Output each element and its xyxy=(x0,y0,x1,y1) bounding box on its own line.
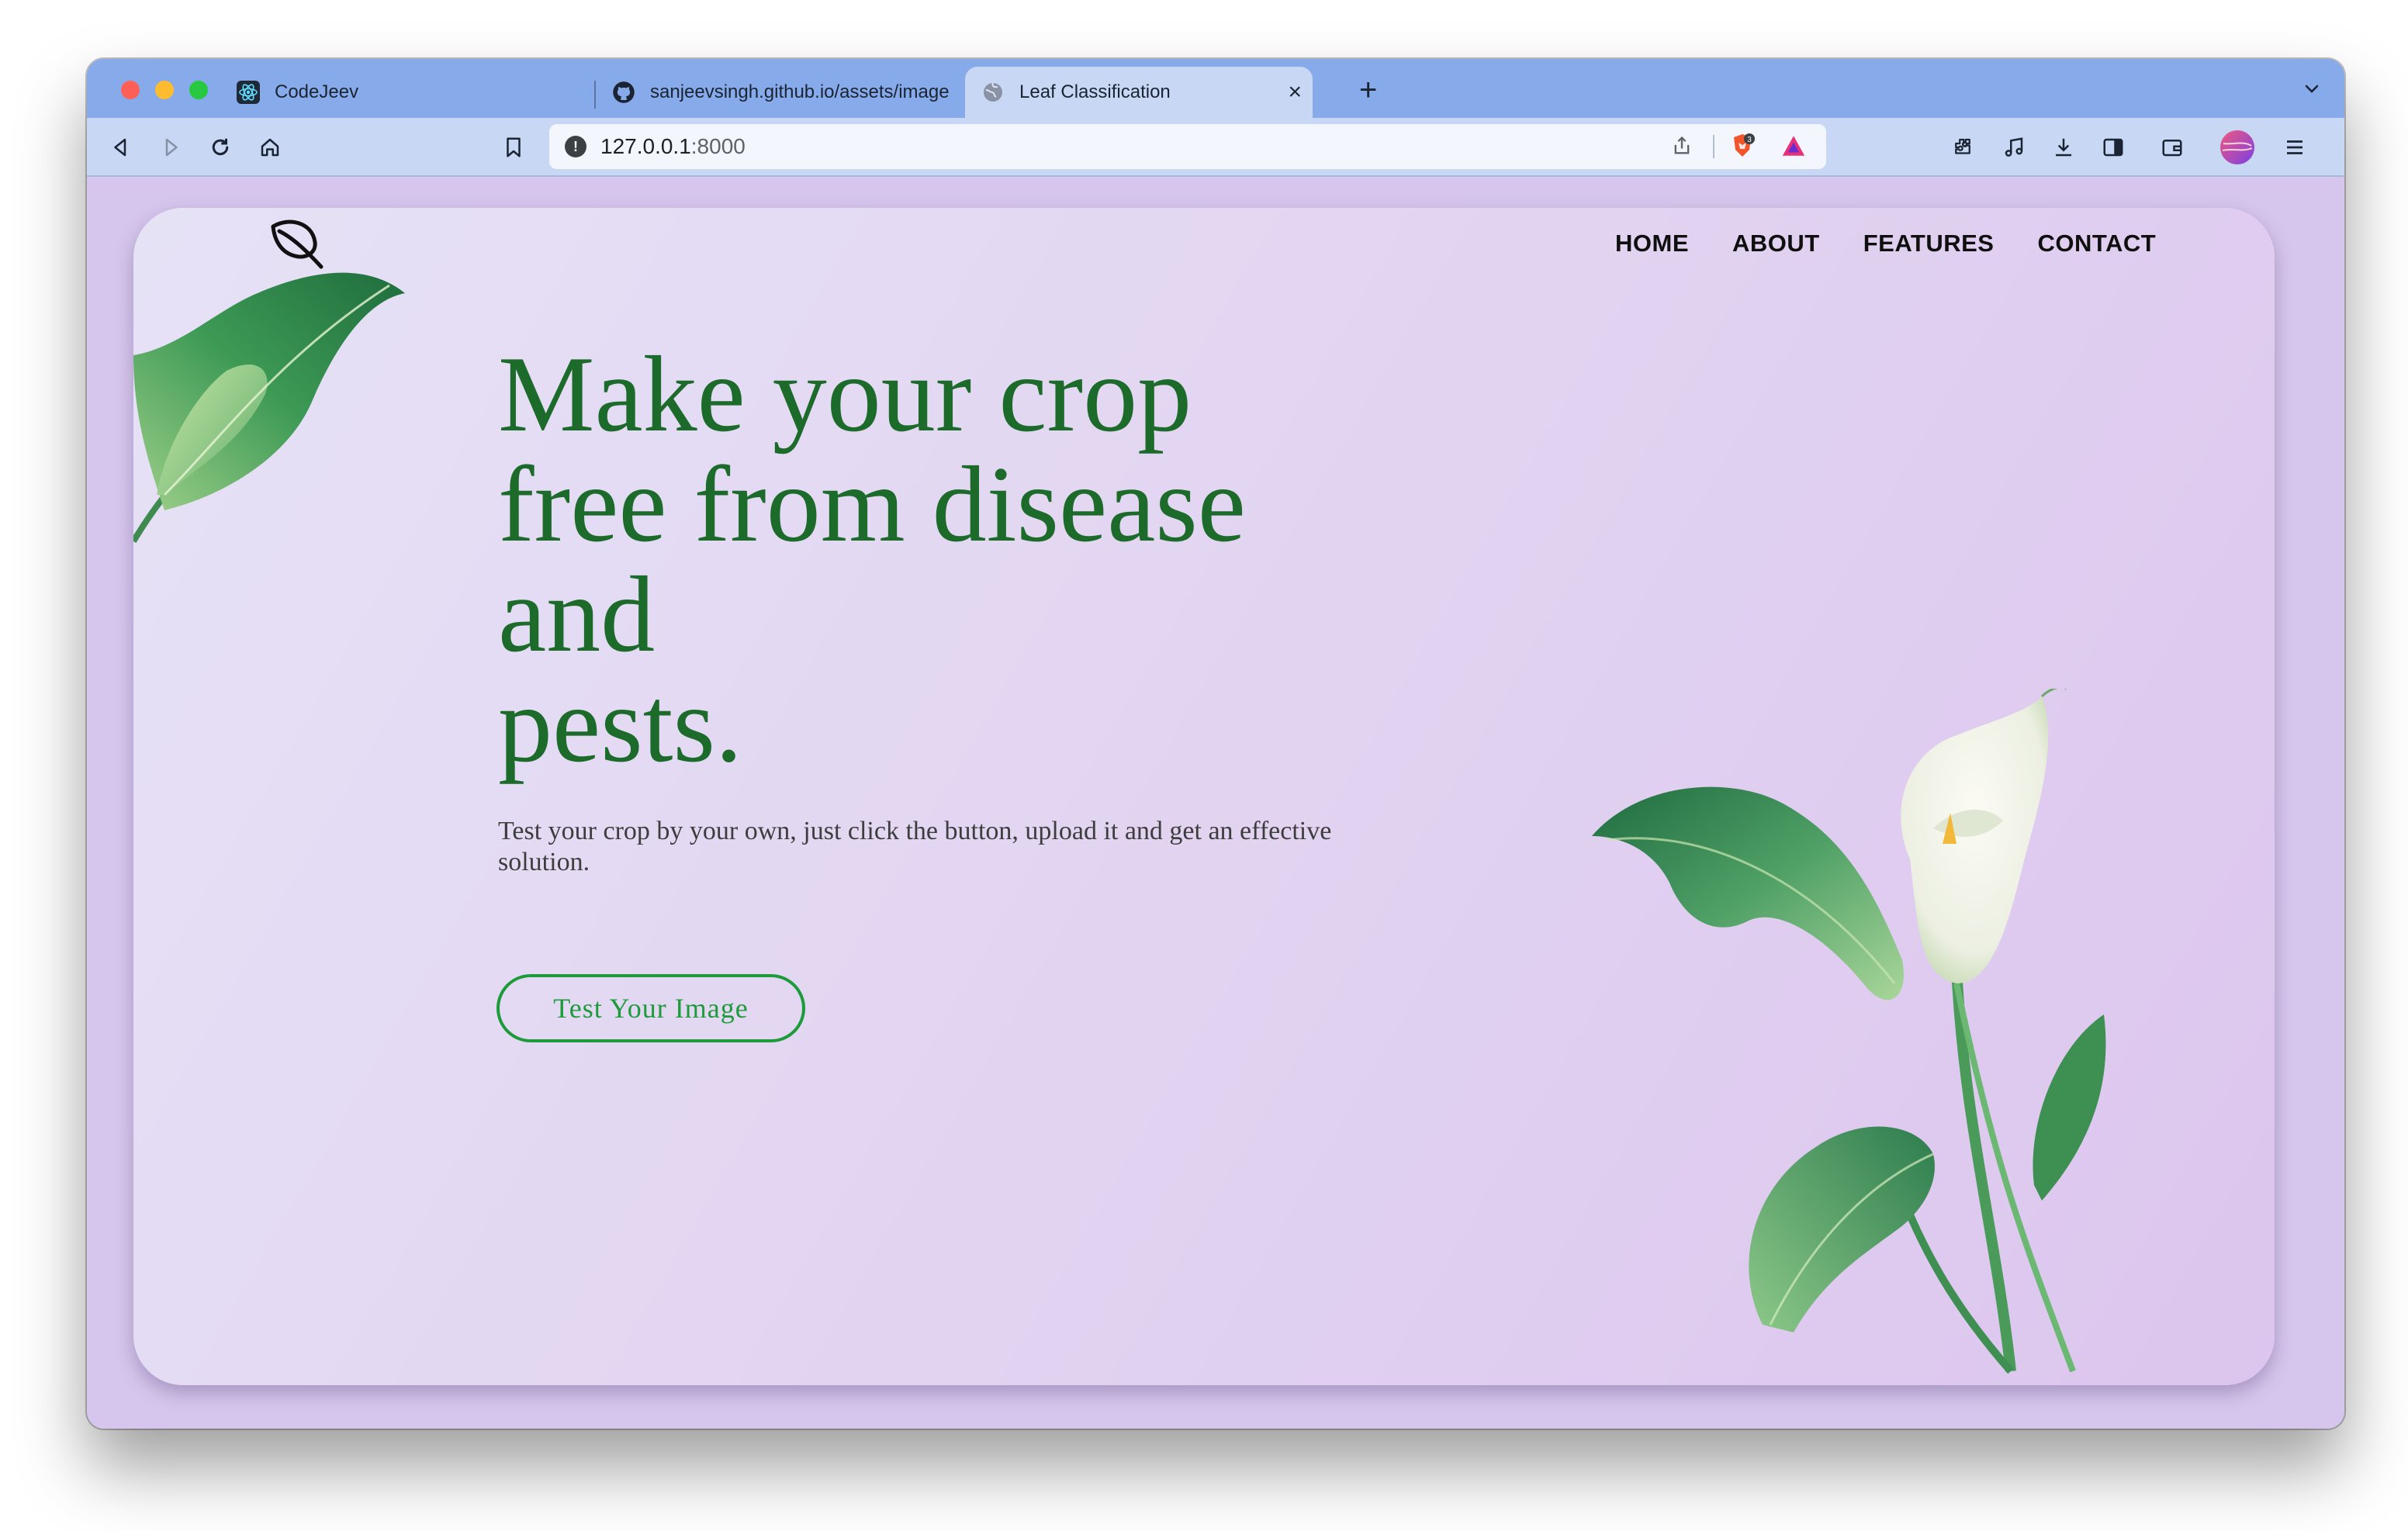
tab-leaf-classification[interactable]: Leaf Classification × xyxy=(965,67,1313,118)
home-icon[interactable] xyxy=(256,133,284,161)
minimize-window-button[interactable] xyxy=(155,81,174,99)
hero-card: HOME ABOUT FEATURES CONTACT Make your cr… xyxy=(133,208,2275,1385)
bookmark-icon[interactable] xyxy=(500,133,528,161)
github-icon xyxy=(611,80,636,105)
media-icon[interactable] xyxy=(2000,133,2028,161)
downloads-icon[interactable] xyxy=(2050,133,2078,161)
leaf-logo-icon[interactable] xyxy=(267,214,326,273)
share-icon[interactable] xyxy=(1668,132,1696,160)
menu-icon[interactable] xyxy=(2281,133,2309,161)
chevron-down-icon[interactable] xyxy=(2302,79,2321,102)
globe-icon xyxy=(981,80,1005,105)
browser-toolbar: ! 127.0.0.1:8000 3 xyxy=(87,118,2344,177)
tab-strip: CodeJeev sanjeevsingh.github.io/assets/i… xyxy=(87,59,2344,118)
site-info-icon[interactable]: ! xyxy=(565,136,586,157)
nav-contact[interactable]: CONTACT xyxy=(2037,230,2156,257)
page-viewport: HOME ABOUT FEATURES CONTACT Make your cr… xyxy=(87,177,2344,1429)
react-icon xyxy=(236,80,261,105)
forward-icon[interactable] xyxy=(157,133,185,161)
tab-label: CodeJeev xyxy=(275,81,359,102)
reload-icon[interactable] xyxy=(206,133,234,161)
tab-codejeev[interactable]: CodeJeev xyxy=(236,67,670,118)
divider xyxy=(1713,135,1714,158)
profile-avatar-icon[interactable] xyxy=(2219,129,2256,166)
hero-subtext: Test your crop by your own, just click t… xyxy=(498,817,1332,876)
address-bar[interactable]: ! 127.0.0.1:8000 3 xyxy=(549,124,1826,169)
address-url: 127.0.0.1:8000 xyxy=(600,134,746,158)
nav-home[interactable]: HOME xyxy=(1615,230,1689,257)
new-tab-icon[interactable]: + xyxy=(1359,74,1377,105)
tab-label: sanjeevsingh.github.io/assets/image xyxy=(650,81,950,102)
calla-lily-illustration-icon xyxy=(1592,689,2106,1374)
headline-line: free from disease xyxy=(498,444,1246,565)
brave-rewards-icon[interactable] xyxy=(1780,132,1808,160)
nav-features[interactable]: FEATURES xyxy=(1863,230,1995,257)
close-tab-icon[interactable]: × xyxy=(1288,81,1302,104)
wallet-icon[interactable] xyxy=(2158,133,2186,161)
hero-headline: Make your crop free from disease and pes… xyxy=(498,340,1429,780)
tab-separator xyxy=(594,81,596,109)
leaf-decoration-icon xyxy=(133,272,405,544)
close-window-button[interactable] xyxy=(121,81,140,99)
test-image-button[interactable]: Test Your Image xyxy=(496,974,805,1042)
tab-label: Leaf Classification xyxy=(1019,81,1171,102)
maximize-window-button[interactable] xyxy=(189,81,208,99)
sidebar-icon[interactable] xyxy=(2099,133,2127,161)
extensions-icon[interactable] xyxy=(1949,133,1977,161)
headline-line: pests. xyxy=(498,665,742,785)
headline-line: and xyxy=(498,555,656,675)
main-nav: HOME ABOUT FEATURES CONTACT xyxy=(1615,230,2156,257)
brave-shields-icon[interactable]: 3 xyxy=(1728,132,1756,160)
nav-about[interactable]: ABOUT xyxy=(1732,230,1820,257)
browser-window: CodeJeev sanjeevsingh.github.io/assets/i… xyxy=(87,59,2344,1429)
back-icon[interactable] xyxy=(107,133,135,161)
headline-line: Make your crop xyxy=(498,334,1192,454)
shields-count: 3 xyxy=(1747,136,1752,144)
